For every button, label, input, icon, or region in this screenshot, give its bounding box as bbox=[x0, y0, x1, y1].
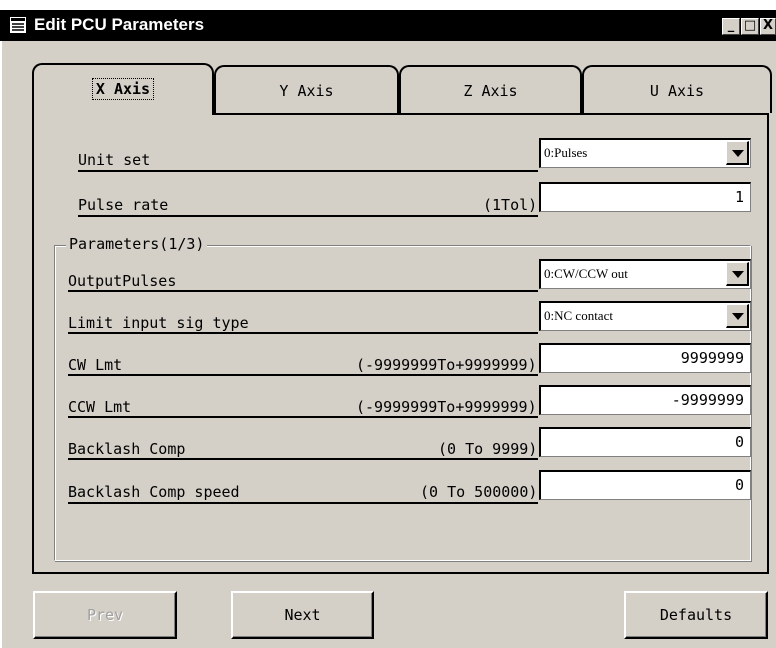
tab-label: U Axis bbox=[649, 82, 705, 100]
tab-x-axis[interactable]: X Axis bbox=[32, 63, 214, 115]
divider bbox=[68, 458, 538, 460]
prev-button[interactable]: Prev bbox=[33, 591, 177, 639]
ccw-lmt-input[interactable]: -9999999 bbox=[539, 385, 751, 415]
tab-u-axis[interactable]: U Axis bbox=[582, 65, 772, 113]
backlash-comp-label: Backlash Comp bbox=[68, 440, 186, 458]
output-pulses-label: OutputPulses bbox=[68, 272, 177, 290]
next-button[interactable]: Next bbox=[231, 591, 374, 639]
window-title: Edit PCU Parameters bbox=[34, 15, 205, 34]
output-pulses-value: 0:CW/CCW out bbox=[544, 266, 628, 281]
backlash-speed-range: (0 To 500000) bbox=[420, 483, 538, 501]
unit-set-select[interactable]: 0:Pulses bbox=[539, 138, 751, 168]
parameters-group-caption: Parameters(1/3) bbox=[66, 235, 208, 253]
unit-set-label: Unit set bbox=[78, 151, 151, 169]
divider bbox=[68, 290, 538, 292]
dialog-body: X Axis Y Axis Z Axis U Axis Unit set 0:P… bbox=[2, 41, 776, 648]
divider bbox=[78, 215, 538, 217]
divider bbox=[68, 332, 538, 334]
close-button[interactable]: X bbox=[760, 18, 776, 35]
tab-z-axis[interactable]: Z Axis bbox=[399, 65, 582, 113]
unit-set-value: 0:Pulses bbox=[544, 145, 588, 160]
cw-lmt-label: CW Lmt bbox=[68, 356, 123, 374]
tab-y-axis[interactable]: Y Axis bbox=[214, 65, 399, 113]
backlash-comp-input[interactable]: 0 bbox=[539, 427, 751, 457]
limit-input-select[interactable]: 0:NC contact bbox=[539, 301, 751, 331]
divider bbox=[68, 416, 538, 418]
maximize-button[interactable]: □ bbox=[741, 18, 759, 35]
pcu-parameters-window: Edit PCU Parameters _ □ X X Axis Y Axis … bbox=[0, 0, 776, 648]
divider bbox=[68, 374, 538, 376]
title-bar[interactable]: Edit PCU Parameters _ □ X bbox=[0, 10, 776, 41]
backlash-speed-input[interactable]: 0 bbox=[539, 470, 751, 500]
cw-lmt-range: (-9999999To+9999999) bbox=[356, 356, 537, 374]
ccw-lmt-label: CCW Lmt bbox=[68, 398, 132, 416]
tab-label: X Axis bbox=[91, 78, 155, 100]
limit-input-label: Limit input sig type bbox=[68, 314, 249, 332]
limit-input-value: 0:NC contact bbox=[544, 308, 613, 323]
cw-lmt-input[interactable]: 9999999 bbox=[539, 343, 751, 373]
pulse-rate-range: (1Tol) bbox=[483, 196, 538, 214]
output-pulses-select[interactable]: 0:CW/CCW out bbox=[539, 259, 751, 289]
ccw-lmt-range: (-9999999To+9999999) bbox=[356, 398, 537, 416]
divider bbox=[78, 170, 538, 172]
form-icon bbox=[10, 17, 26, 33]
triangle-down-icon[interactable] bbox=[726, 262, 749, 286]
tab-panel: Unit set 0:Pulses Pulse rate (1Tol) 1 Pa… bbox=[32, 113, 769, 574]
tab-label: Z Axis bbox=[463, 82, 518, 100]
tab-label: Y Axis bbox=[279, 82, 334, 100]
pulse-rate-input[interactable]: 1 bbox=[539, 182, 751, 212]
triangle-down-icon[interactable] bbox=[726, 141, 749, 165]
defaults-button[interactable]: Defaults bbox=[624, 591, 768, 639]
divider bbox=[68, 502, 538, 504]
minimize-button[interactable]: _ bbox=[722, 18, 740, 35]
triangle-down-icon[interactable] bbox=[726, 304, 749, 328]
pulse-rate-label: Pulse rate bbox=[78, 196, 169, 214]
backlash-speed-label: Backlash Comp speed bbox=[68, 483, 240, 501]
backlash-comp-range: (0 To 9999) bbox=[438, 440, 538, 458]
